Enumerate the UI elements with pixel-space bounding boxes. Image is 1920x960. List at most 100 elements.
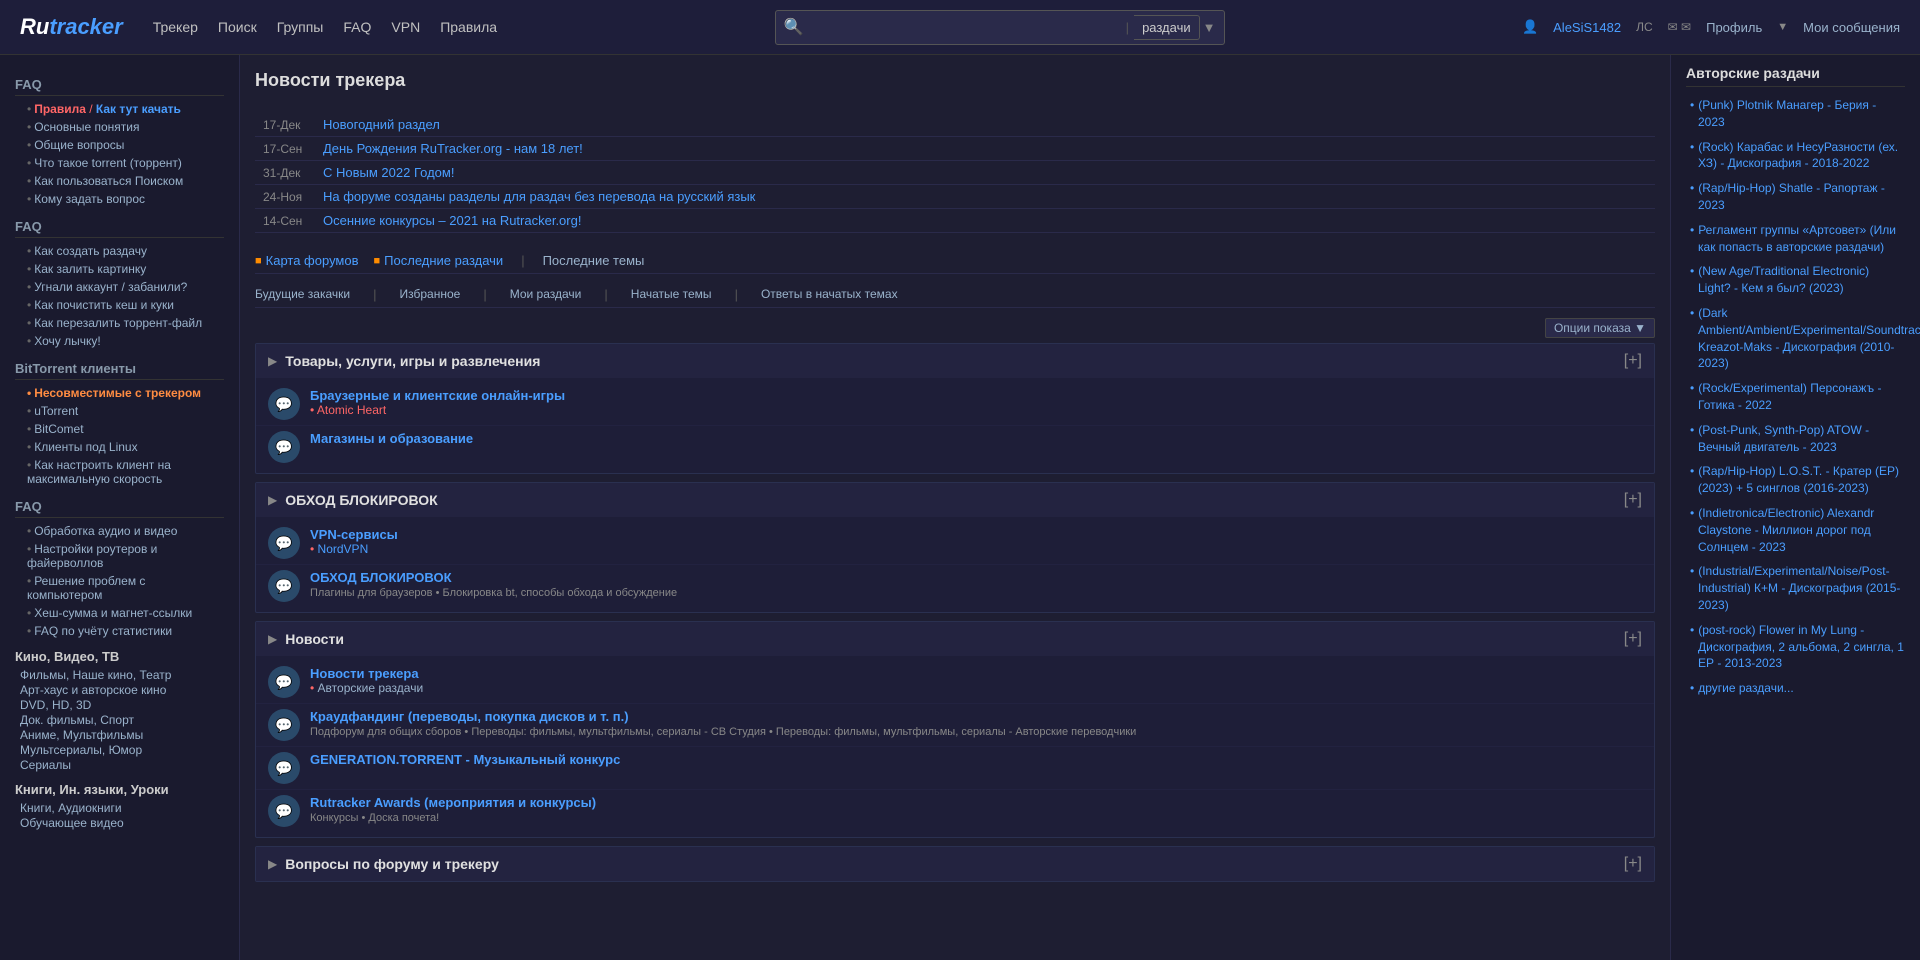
author-upload-link[interactable]: (post-rock) Flower in My Lung - Дискогра… [1698, 623, 1904, 671]
started-topics-link[interactable]: Начатые темы [631, 287, 712, 302]
right-sidebar-item[interactable]: •(Rock/Experimental) Персонажъ - Готика … [1686, 380, 1905, 414]
sidebar-whom-to-ask[interactable]: •Кому задать вопрос [15, 191, 224, 207]
sidebar-audio-video[interactable]: •Обработка аудио и видео [15, 523, 224, 539]
lc-link[interactable]: ЛС [1636, 20, 1653, 34]
favorites-link[interactable]: Избранное [400, 287, 461, 302]
news-link[interactable]: На форуме созданы разделы для раздач без… [323, 189, 755, 204]
sidebar-general-questions[interactable]: •Общие вопросы [15, 137, 224, 153]
right-sidebar-item[interactable]: •другие раздачи... [1686, 680, 1905, 697]
right-sidebar-item[interactable]: •(New Age/Traditional Electronic) Light?… [1686, 263, 1905, 297]
latest-uploads-link[interactable]: ■ Последние раздачи [374, 253, 504, 268]
sidebar-edu-video[interactable]: Обучающее видео [20, 816, 224, 830]
right-sidebar-item[interactable]: •(Industrial/Experimental/Noise/Post-Ind… [1686, 563, 1905, 613]
section-plus-2-icon[interactable]: [+] [1624, 491, 1642, 509]
forum-section-questions-header[interactable]: ▶ Вопросы по форуму и трекеру [+] [256, 847, 1654, 881]
sidebar-how-to-search[interactable]: •Как пользоваться Поиском [15, 173, 224, 189]
news-text[interactable]: На форуме созданы разделы для раздач без… [315, 185, 1655, 209]
sidebar-rules-link[interactable]: •Правила / Как тут качать [15, 101, 224, 117]
crowdfunding-link[interactable]: Краудфандинг (переводы, покупка дисков и… [310, 709, 629, 724]
sidebar-linux-clients[interactable]: •Клиенты под Linux [15, 439, 224, 455]
right-sidebar-item[interactable]: •(Indietronica/Electronic) Alexandr Clay… [1686, 505, 1905, 555]
future-downloads-link[interactable]: Будущие закачки [255, 287, 350, 302]
nav-vpn[interactable]: VPN [391, 19, 420, 35]
sidebar-anime[interactable]: Аниме, Мультфильмы [20, 728, 224, 742]
sidebar-cartoons[interactable]: Мультсериалы, Юмор [20, 743, 224, 757]
news-text[interactable]: День Рождения RuTracker.org - нам 18 лет… [315, 137, 1655, 161]
author-uploads-link[interactable]: Авторские раздачи [318, 681, 424, 695]
nav-groups[interactable]: Группы [277, 19, 324, 35]
logo[interactable]: Rutracker [20, 14, 123, 40]
sidebar-upload-image[interactable]: •Как залить картинку [15, 261, 224, 277]
forum-section-bypass-header[interactable]: ▶ ОБХОД БЛОКИРОВОК [+] [256, 483, 1654, 517]
vpn-link[interactable]: VPN-сервисы [310, 527, 398, 542]
bypass-link[interactable]: ОБХОД БЛОКИРОВОК [310, 570, 452, 585]
news-link[interactable]: День Рождения RuTracker.org - нам 18 лет… [323, 141, 583, 156]
right-sidebar-item[interactable]: •(Post-Punk, Synth-Pop) ATOW - Вечный дв… [1686, 422, 1905, 456]
right-sidebar-item[interactable]: •(post-rock) Flower in My Lung - Дискогр… [1686, 622, 1905, 672]
sidebar-account-stolen[interactable]: •Угнали аккаунт / забанили? [15, 279, 224, 295]
my-uploads-link[interactable]: Мои раздачи [510, 287, 582, 302]
profile-link[interactable]: Профиль [1706, 20, 1762, 35]
sidebar-arthouse[interactable]: Арт-хаус и авторское кино [20, 683, 224, 697]
username-link[interactable]: AleSiS1482 [1553, 20, 1621, 35]
sidebar-bitcomet[interactable]: •BitComet [15, 421, 224, 437]
author-upload-link[interactable]: (Industrial/Experimental/Noise/Post-Indu… [1698, 564, 1900, 612]
news-link[interactable]: Новогодний раздел [323, 117, 440, 132]
sidebar-utorrent[interactable]: •uTorrent [15, 403, 224, 419]
sidebar-what-is-torrent[interactable]: •Что такое torrent (торрент) [15, 155, 224, 171]
author-upload-link[interactable]: (Post-Punk, Synth-Pop) ATOW - Вечный дви… [1698, 423, 1869, 454]
search-icon[interactable]: 🔍 [784, 17, 804, 37]
author-upload-link[interactable]: Регламент группы «Артсовет» (Или как поп… [1698, 223, 1896, 254]
atomic-heart-link[interactable]: Atomic Heart [317, 403, 386, 417]
sidebar-create-upload[interactable]: •Как создать раздачу [15, 243, 224, 259]
news-text[interactable]: С Новым 2022 Годом! [315, 161, 1655, 185]
author-upload-link[interactable]: (Indietronica/Electronic) Alexandr Clays… [1698, 506, 1874, 554]
sidebar-serials[interactable]: Сериалы [20, 758, 224, 772]
author-upload-link[interactable]: (Rap/Hip-Hop) Shatle - Рапортаж - 2023 [1698, 181, 1885, 212]
sidebar-books[interactable]: Книги, Аудиокниги [20, 801, 224, 815]
nav-tracker[interactable]: Трекер [153, 19, 198, 35]
options-button[interactable]: Опции показа ▼ [1545, 318, 1655, 338]
author-upload-link[interactable]: (Rock) Карабас и НесуРазности (ех. ХЗ) -… [1698, 140, 1898, 171]
section-plus-3-icon[interactable]: [+] [1624, 630, 1642, 648]
author-upload-link[interactable]: (Dark Ambient/Ambient/Experimental/Sound… [1698, 306, 1920, 370]
author-upload-link[interactable]: (Rap/Hip-Hop) L.O.S.T. - Кратер (EP) (20… [1698, 464, 1899, 495]
right-sidebar-item[interactable]: •(Rap/Hip-Hop) L.O.S.T. - Кратер (EP) (2… [1686, 463, 1905, 497]
forum-section-news-header[interactable]: ▶ Новости [+] [256, 622, 1654, 656]
right-sidebar-item[interactable]: •(Punk) Plotnik Манагер - Берия - 2023 [1686, 97, 1905, 131]
search-input[interactable] [808, 19, 1120, 35]
nav-faq[interactable]: FAQ [343, 19, 371, 35]
news-text[interactable]: Осенние конкурсы – 2021 на Rutracker.org… [315, 209, 1655, 233]
sidebar-dvd[interactable]: DVD, HD, 3D [20, 698, 224, 712]
right-sidebar-item[interactable]: •(Rock) Карабас и НесуРазности (ех. ХЗ) … [1686, 139, 1905, 173]
news-text[interactable]: Новогодний раздел [315, 113, 1655, 137]
news-link[interactable]: С Новым 2022 Годом! [323, 165, 454, 180]
sidebar-incompatible-clients[interactable]: •Несовместимые с трекером [15, 385, 224, 401]
sidebar-stats-faq[interactable]: •FAQ по учёту статистики [15, 623, 224, 639]
sidebar-want-rank[interactable]: •Хочу лычку! [15, 333, 224, 349]
sidebar-hash[interactable]: •Хеш-сумма и магнет-ссылки [15, 605, 224, 621]
news-link[interactable]: Осенние конкурсы – 2021 на Rutracker.org… [323, 213, 581, 228]
tracker-news-link[interactable]: Новости трекера [310, 666, 419, 681]
latest-topics-link[interactable]: Последние темы [543, 253, 645, 268]
sidebar-basic-concepts[interactable]: •Основные понятия [15, 119, 224, 135]
sidebar-routers[interactable]: •Настройки роутеров и файерволлов [15, 541, 224, 571]
forum-map-link[interactable]: ■ Карта форумов [255, 253, 359, 268]
generation-link[interactable]: GENERATION.TORRENT - Музыкальный конкурс [310, 752, 620, 767]
nordvpn-link[interactable]: NordVPN [318, 542, 369, 556]
forum-section-goods-header[interactable]: ▶ Товары, услуги, игры и развлечения [+] [256, 344, 1654, 378]
sidebar-films[interactable]: Фильмы, Наше кино, Театр [20, 668, 224, 682]
author-upload-link[interactable]: (Rock/Experimental) Персонажъ - Готика -… [1698, 381, 1881, 412]
right-sidebar-item[interactable]: •Регламент группы «Артсовет» (Или как по… [1686, 222, 1905, 256]
author-upload-link[interactable]: (Punk) Plotnik Манагер - Берия - 2023 [1698, 98, 1876, 129]
section-plus-4-icon[interactable]: [+] [1624, 855, 1642, 873]
nav-search[interactable]: Поиск [218, 19, 257, 35]
search-dropdown-button[interactable]: раздачи [1134, 15, 1200, 40]
sidebar-reupload-torrent[interactable]: •Как перезалить торрент-файл [15, 315, 224, 331]
right-sidebar-item[interactable]: •(Dark Ambient/Ambient/Experimental/Soun… [1686, 305, 1905, 372]
browser-games-link[interactable]: Браузерные и клиентские онлайн-игры [310, 388, 565, 403]
sidebar-docs[interactable]: Док. фильмы, Спорт [20, 713, 224, 727]
shops-link[interactable]: Магазины и образование [310, 431, 473, 446]
right-sidebar-item[interactable]: •(Rap/Hip-Hop) Shatle - Рапортаж - 2023 [1686, 180, 1905, 214]
messages-link[interactable]: Мои сообщения [1803, 20, 1900, 35]
